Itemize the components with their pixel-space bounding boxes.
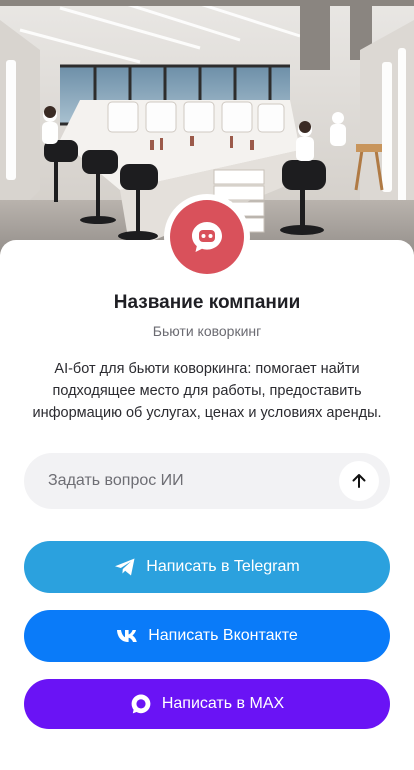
telegram-button[interactable]: Написать в Telegram [24, 541, 390, 593]
avatar-circle [170, 200, 244, 274]
send-button[interactable] [339, 461, 379, 501]
max-button[interactable]: Написать в MAX [24, 679, 390, 729]
company-name: Название компании [113, 292, 301, 313]
ask-ai-input[interactable] [48, 453, 338, 509]
vk-button-label: Написать Вконтакте [148, 627, 298, 644]
max-button-label: Написать в MAX [161, 695, 285, 712]
telegram-button-label: Написать в Telegram [146, 558, 300, 575]
company-description: AI-бот для бьюти коворкинга: помогает на… [32, 361, 382, 421]
max-icon [130, 693, 152, 715]
telegram-icon [114, 557, 136, 577]
ask-ai-field [24, 453, 390, 509]
chat-bot-icon [192, 222, 222, 252]
vk-icon [116, 629, 138, 643]
avatar [164, 194, 250, 280]
vk-button[interactable]: Написать Вконтакте [24, 610, 390, 662]
company-subtitle: Бьюти коворкинг [152, 323, 262, 339]
arrow-up-icon [352, 474, 366, 488]
